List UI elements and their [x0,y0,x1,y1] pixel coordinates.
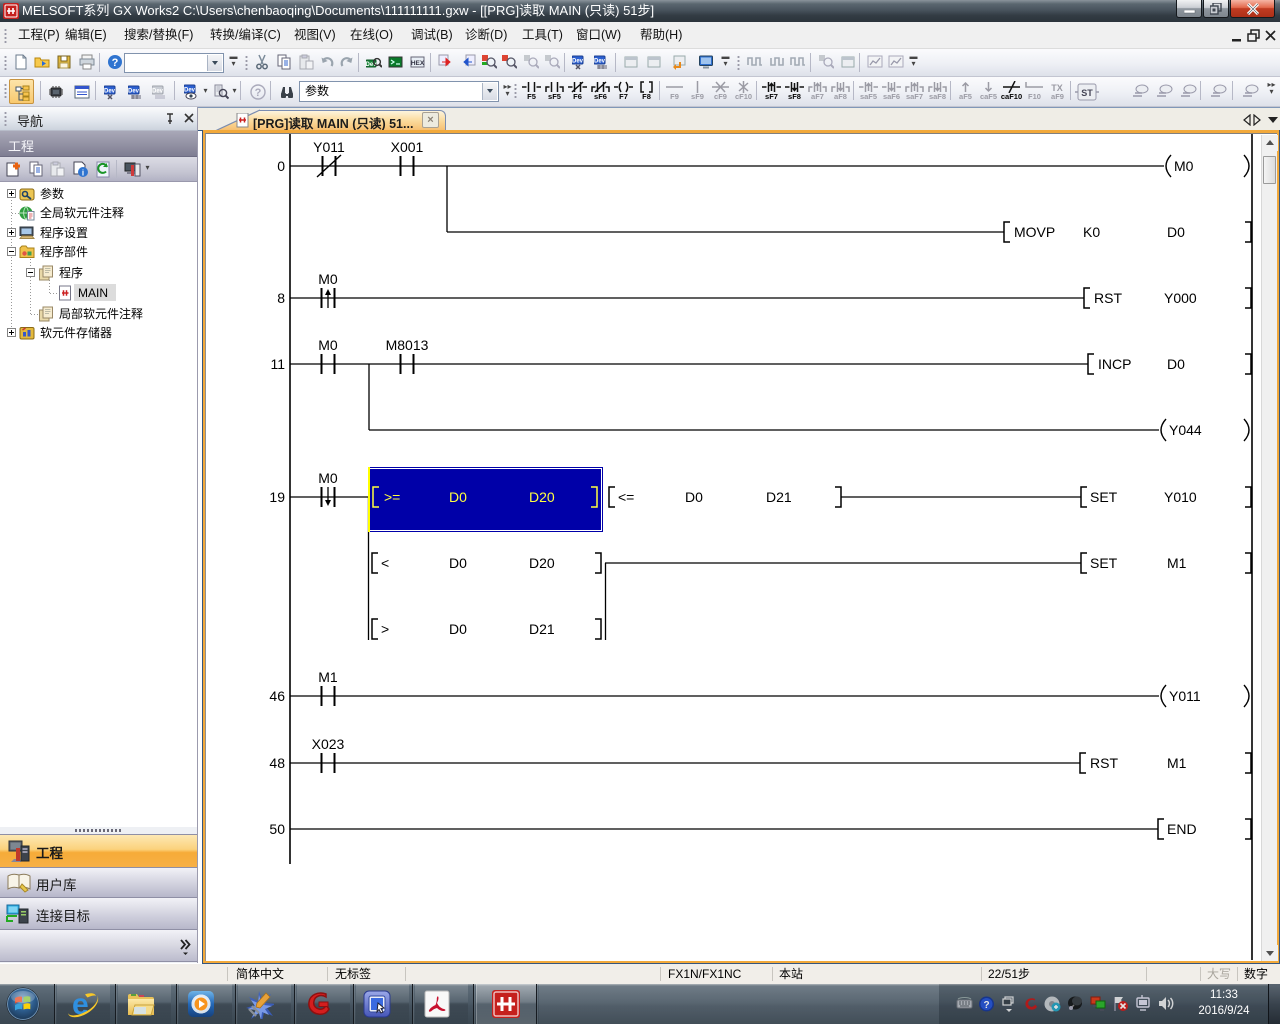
svg-text:RST: RST [1090,755,1118,771]
svg-text:>=: >= [384,489,400,505]
svg-text:Dev: Dev [152,89,164,95]
svg-text:Dev: Dev [104,89,116,95]
svg-text:48: 48 [269,755,285,771]
svg-text:M8013: M8013 [386,337,429,353]
svg-text:Y011: Y011 [313,139,345,155]
svg-text:Y010: Y010 [1164,489,1197,505]
svg-text:8: 8 [277,290,285,306]
svg-text:D21: D21 [766,489,792,505]
svg-text:M0: M0 [318,470,338,486]
svg-text:Y044: Y044 [1169,422,1202,438]
svg-text:D0: D0 [449,489,467,505]
svg-text:MOVP: MOVP [1014,224,1055,240]
svg-text:Dev: Dev [594,59,606,65]
svg-text:D0: D0 [1167,356,1185,372]
svg-text:END: END [1167,821,1197,837]
svg-text:M0: M0 [318,271,338,287]
svg-text:INCP: INCP [1098,356,1131,372]
svg-text:D21: D21 [529,621,555,637]
svg-text:M1: M1 [1167,555,1187,571]
svg-text:0: 0 [277,158,285,174]
svg-text:X001: X001 [391,139,424,155]
svg-text:M0: M0 [1174,158,1194,174]
svg-text:<: < [381,555,389,571]
svg-text:SET: SET [1090,555,1118,571]
svg-text:M0: M0 [318,337,338,353]
svg-text:Dev: Dev [572,59,584,65]
svg-text:X023: X023 [312,736,345,752]
svg-text:i: i [82,169,84,178]
svg-text:50: 50 [269,821,285,837]
svg-text:SET: SET [1090,489,1118,505]
svg-text:>: > [381,621,389,637]
svg-text:Dev: Dev [128,89,140,95]
svg-text:19: 19 [269,489,285,505]
svg-text:Y000: Y000 [1164,290,1197,306]
svg-text:M1: M1 [1167,755,1187,771]
svg-text:11: 11 [270,356,285,372]
svg-text:46: 46 [269,688,285,704]
svg-text:D20: D20 [529,489,555,505]
svg-text:K0: K0 [1083,224,1100,240]
svg-text:Y011: Y011 [1169,688,1201,704]
svg-text:D20: D20 [529,555,555,571]
svg-text:<=: <= [618,489,634,505]
svg-text:D0: D0 [449,621,467,637]
svg-text:ST: ST [1081,88,1093,98]
svg-text:?: ? [255,87,262,99]
svg-text:D0: D0 [1167,224,1185,240]
svg-text:D0: D0 [449,555,467,571]
svg-text:RST: RST [1094,290,1122,306]
svg-text:HEX: HEX [411,60,425,67]
svg-text:?: ? [112,57,119,69]
svg-text:D0: D0 [685,489,703,505]
svg-text:M1: M1 [318,669,338,685]
